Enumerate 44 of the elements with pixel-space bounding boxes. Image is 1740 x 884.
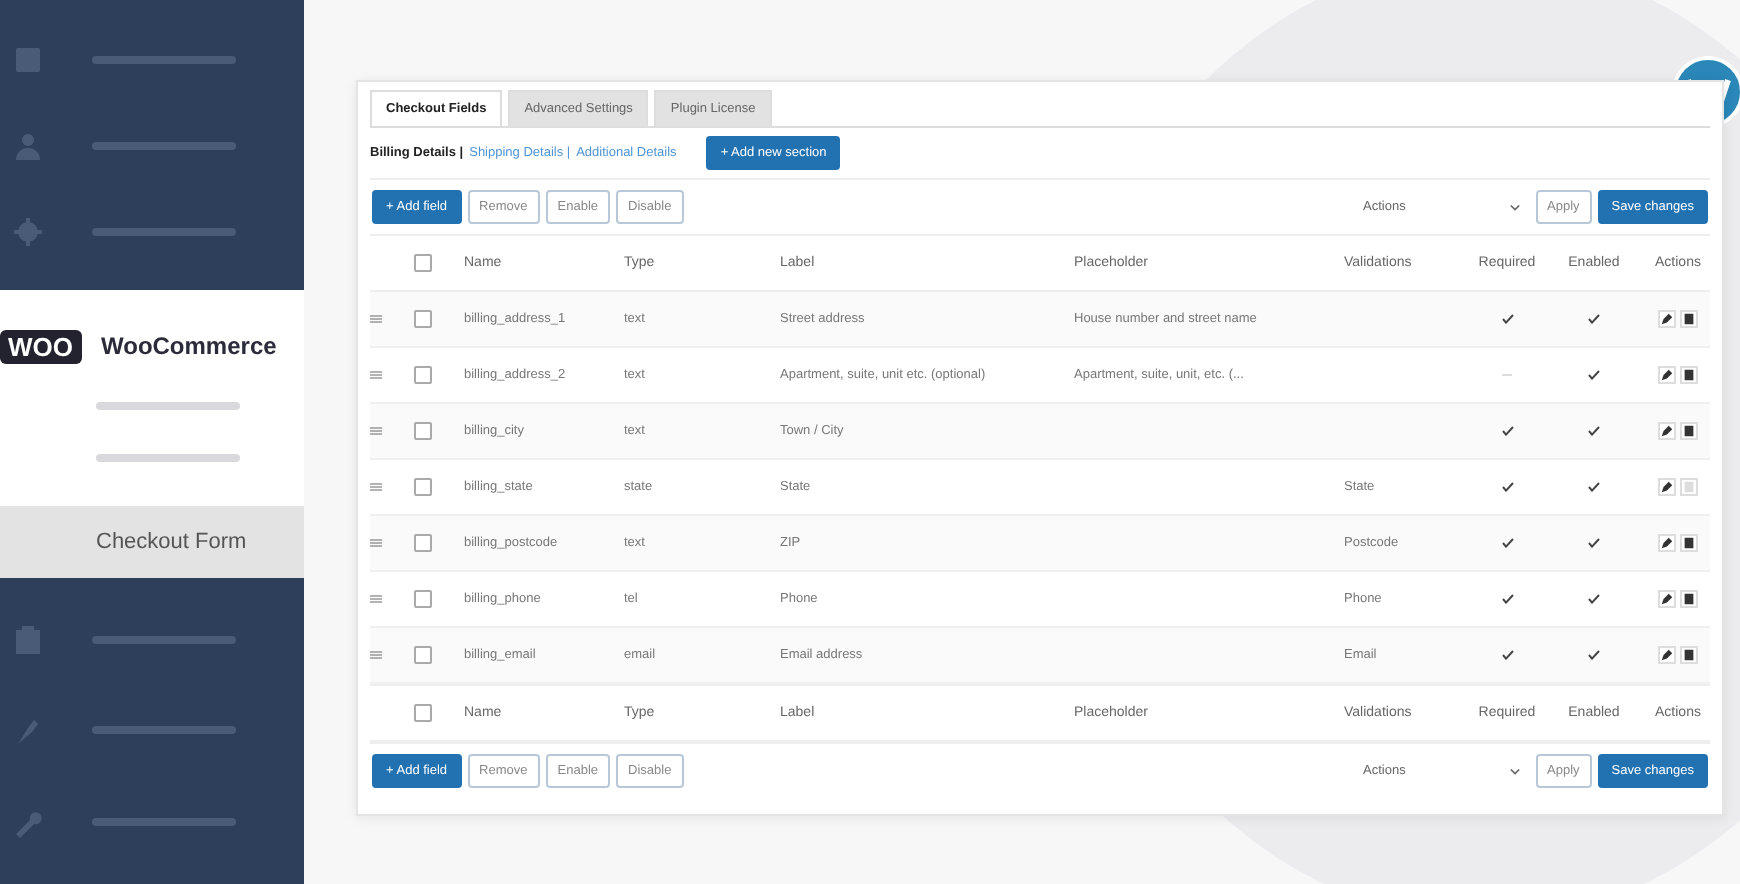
- delete-button[interactable]: [1680, 646, 1698, 664]
- edit-button[interactable]: [1658, 646, 1676, 664]
- select-all-checkbox[interactable]: [414, 704, 432, 722]
- woo-logo: WOO: [0, 329, 81, 363]
- row-checkbox[interactable]: [414, 366, 432, 384]
- drag-handle-icon[interactable]: [370, 370, 382, 380]
- edit-button[interactable]: [1658, 310, 1676, 328]
- edit-button[interactable]: [1658, 478, 1676, 496]
- placeholder-bar: [92, 818, 236, 827]
- select-all-checkbox[interactable]: [414, 254, 432, 272]
- row-checkbox[interactable]: [414, 310, 432, 328]
- drag-handle-icon[interactable]: [370, 314, 382, 324]
- chevron-down-icon: [1509, 203, 1520, 211]
- edit-button[interactable]: [1658, 590, 1676, 608]
- delete-button[interactable]: [1680, 590, 1698, 608]
- delete-button[interactable]: [1680, 366, 1698, 384]
- user-icon[interactable]: [12, 129, 44, 161]
- row-checkbox[interactable]: [414, 534, 432, 552]
- drag-handle-icon[interactable]: [370, 426, 382, 436]
- chevron-down-icon: [1509, 767, 1520, 775]
- row-checkbox[interactable]: [414, 590, 432, 608]
- placeholder-bar: [96, 402, 240, 410]
- edit-button[interactable]: [1658, 366, 1676, 384]
- sidebar-item[interactable]: Checkout Form: [0, 506, 304, 578]
- box-icon[interactable]: [12, 623, 44, 656]
- wrench-icon[interactable]: [12, 806, 44, 839]
- delete-button[interactable]: [1680, 534, 1698, 552]
- row-checkbox[interactable]: [414, 478, 432, 496]
- delete-button[interactable]: [1680, 310, 1698, 328]
- placeholder-bar: [96, 454, 240, 462]
- edit-button[interactable]: [1658, 422, 1676, 440]
- gear-icon[interactable]: [12, 215, 44, 247]
- edit-button[interactable]: [1658, 534, 1676, 552]
- drag-handle-icon[interactable]: [370, 482, 382, 492]
- row-checkbox[interactable]: [414, 422, 432, 440]
- drag-handle-icon[interactable]: [370, 650, 382, 660]
- row-checkbox[interactable]: [414, 646, 432, 664]
- drag-handle-icon[interactable]: [370, 538, 382, 548]
- delete-button[interactable]: [1680, 422, 1698, 440]
- drag-handle-icon[interactable]: [370, 594, 382, 604]
- brand-name: WooCommerce: [101, 332, 277, 360]
- placeholder-bar: [92, 635, 236, 644]
- dashboard-icon[interactable]: [12, 43, 44, 75]
- placeholder-bar: [92, 726, 236, 735]
